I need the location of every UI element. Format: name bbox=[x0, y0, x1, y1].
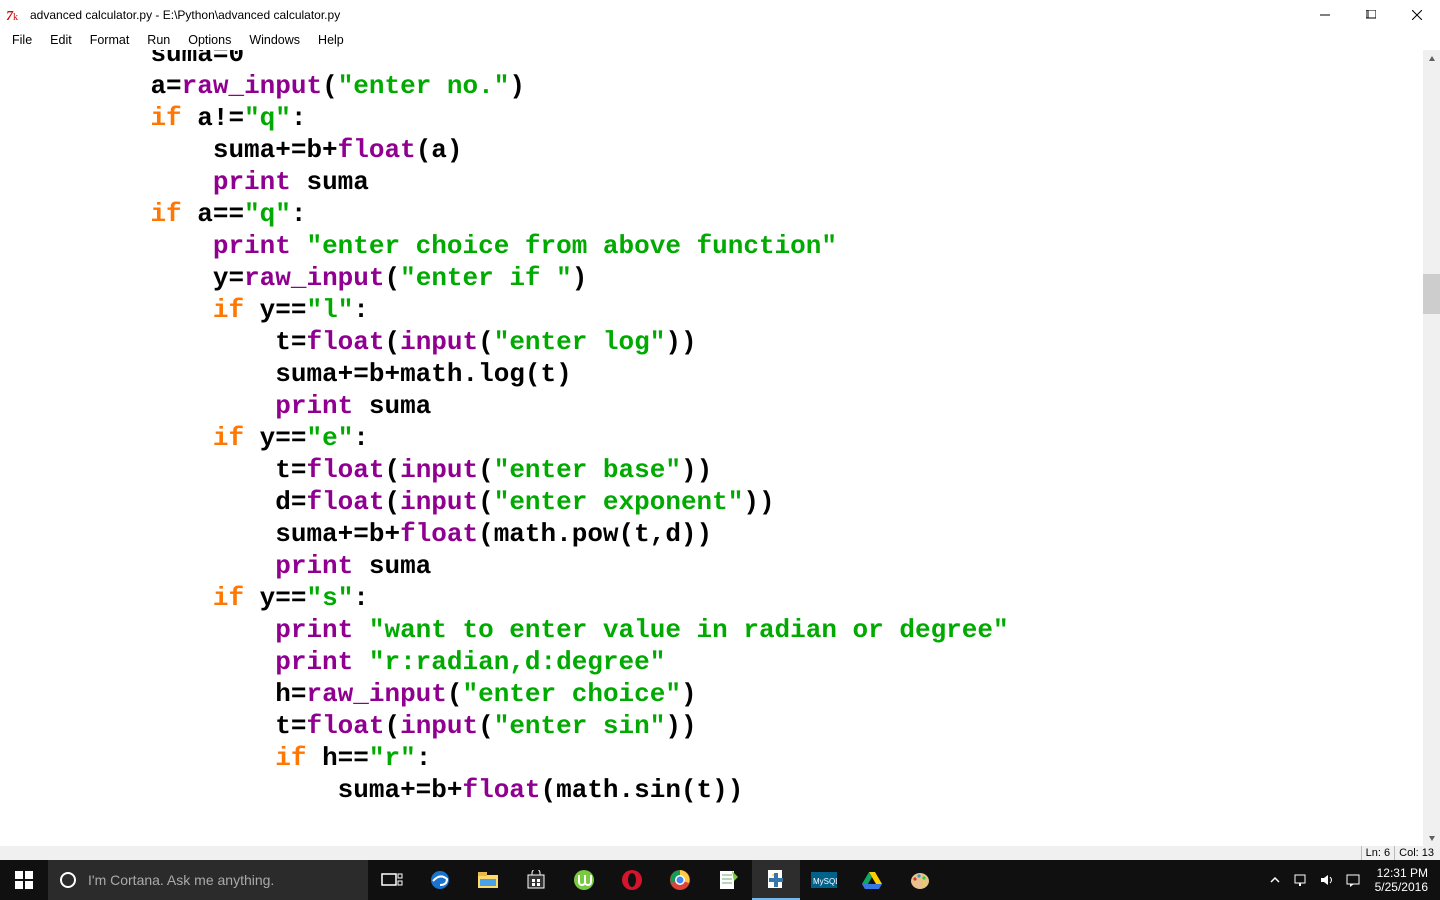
taskbar-opera-icon[interactable] bbox=[608, 860, 656, 900]
taskbar: I'm Cortana. Ask me anything. MySQL 12:3… bbox=[0, 860, 1440, 900]
status-line: Ln: 6 bbox=[1361, 846, 1394, 860]
cortana-icon bbox=[48, 871, 88, 889]
search-placeholder: I'm Cortana. Ask me anything. bbox=[88, 872, 274, 888]
cortana-search[interactable]: I'm Cortana. Ask me anything. bbox=[48, 860, 368, 900]
scroll-down-arrow[interactable] bbox=[1423, 829, 1440, 846]
code-editor[interactable]: suma=0 a=raw_input("enter no.") if a!="q… bbox=[0, 50, 1426, 846]
taskbar-edge-icon[interactable] bbox=[416, 860, 464, 900]
tray-chevron-up-icon[interactable] bbox=[1263, 860, 1287, 900]
taskbar-idle-icon[interactable] bbox=[752, 860, 800, 900]
vertical-scrollbar[interactable] bbox=[1423, 50, 1440, 846]
window-title: advanced calculator.py - E:\Python\advan… bbox=[30, 8, 1302, 22]
scroll-thumb[interactable] bbox=[1423, 274, 1440, 314]
menu-format[interactable]: Format bbox=[82, 32, 138, 48]
svg-text:k: k bbox=[13, 12, 18, 23]
scroll-up-arrow[interactable] bbox=[1423, 50, 1440, 67]
taskbar-notepadpp-icon[interactable] bbox=[704, 860, 752, 900]
menu-run[interactable]: Run bbox=[139, 32, 178, 48]
tray-volume-icon[interactable] bbox=[1315, 860, 1339, 900]
menu-help[interactable]: Help bbox=[310, 32, 352, 48]
app-icon: 7k bbox=[4, 5, 24, 25]
taskbar-paint-icon[interactable] bbox=[896, 860, 944, 900]
svg-text:MySQL: MySQL bbox=[813, 877, 837, 886]
title-bar: 7k advanced calculator.py - E:\Python\ad… bbox=[0, 0, 1440, 30]
menu-file[interactable]: File bbox=[4, 32, 40, 48]
task-view-icon[interactable] bbox=[368, 860, 416, 900]
tray-date: 5/25/2016 bbox=[1375, 880, 1428, 894]
code-content: suma=0 a=raw_input("enter no.") if a!="q… bbox=[0, 50, 1426, 806]
minimize-button[interactable] bbox=[1302, 0, 1348, 30]
close-button[interactable] bbox=[1394, 0, 1440, 30]
taskbar-drive-icon[interactable] bbox=[848, 860, 896, 900]
tray-notifications-icon[interactable] bbox=[1341, 860, 1365, 900]
status-bar: Ln: 6 Col: 13 bbox=[0, 846, 1440, 860]
taskbar-mysql-icon[interactable]: MySQL bbox=[800, 860, 848, 900]
tray-network-icon[interactable] bbox=[1289, 860, 1313, 900]
menu-edit[interactable]: Edit bbox=[42, 32, 80, 48]
taskbar-store-icon[interactable] bbox=[512, 860, 560, 900]
menu-windows[interactable]: Windows bbox=[241, 32, 308, 48]
tray-clock[interactable]: 12:31 PM 5/25/2016 bbox=[1367, 866, 1436, 894]
status-col: Col: 13 bbox=[1394, 846, 1438, 860]
start-button[interactable] bbox=[0, 860, 48, 900]
taskbar-chrome-icon[interactable] bbox=[656, 860, 704, 900]
system-tray: 12:31 PM 5/25/2016 bbox=[1263, 860, 1440, 900]
taskbar-utorrent-icon[interactable] bbox=[560, 860, 608, 900]
menu-options[interactable]: Options bbox=[180, 32, 239, 48]
editor-area: suma=0 a=raw_input("enter no.") if a!="q… bbox=[0, 50, 1440, 860]
maximize-button[interactable] bbox=[1348, 0, 1394, 30]
tray-time: 12:31 PM bbox=[1375, 866, 1428, 880]
menu-bar: File Edit Format Run Options Windows Hel… bbox=[0, 30, 1440, 50]
taskbar-explorer-icon[interactable] bbox=[464, 860, 512, 900]
window-buttons bbox=[1302, 0, 1440, 30]
